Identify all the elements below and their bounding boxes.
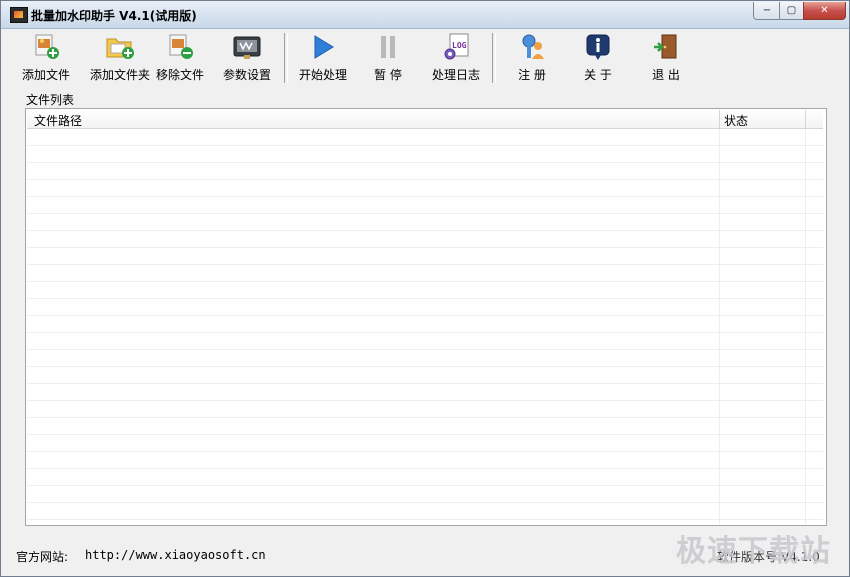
minimize-button[interactable]: − (753, 2, 781, 20)
register-button[interactable]: 注 册 (502, 31, 562, 86)
grid-line (805, 129, 806, 524)
website-link[interactable]: http://www.xiaoyaosoft.cn (85, 548, 266, 562)
add-file-label: 添加文件 (21, 68, 70, 82)
info-icon (586, 34, 610, 60)
file-list-group-label: 文件列表 (26, 93, 75, 107)
about-button[interactable]: 关 于 (568, 31, 628, 86)
play-icon (314, 35, 334, 59)
add-folder-button[interactable]: 添加文件夹 (80, 31, 160, 86)
pause-icon (381, 36, 395, 58)
settings-icon (233, 36, 261, 59)
svg-text:LOG: LOG (452, 41, 467, 50)
exit-door-icon (654, 34, 677, 59)
register-key-icon (522, 34, 544, 59)
about-label: 关 于 (584, 68, 612, 82)
settings-label: 参数设置 (222, 68, 271, 82)
window-title: 批量加水印助手 V4.1(试用版) (31, 9, 197, 23)
add-folder-label: 添加文件夹 (89, 68, 150, 82)
column-divider[interactable] (719, 110, 720, 128)
column-divider[interactable] (805, 110, 806, 128)
watermark-text: 极速下载站 (676, 534, 831, 569)
log-label: 处理日志 (431, 68, 480, 82)
settings-button[interactable]: 参数设置 (216, 31, 278, 86)
exit-button[interactable]: 退 出 (636, 31, 696, 86)
log-button[interactable]: LOG 处理日志 (424, 31, 488, 86)
file-list[interactable]: 文件路径 状态 (25, 108, 827, 526)
register-label: 注 册 (518, 68, 546, 82)
app-icon (10, 7, 28, 23)
column-header-status[interactable]: 状态 (724, 112, 748, 129)
title-bar[interactable]: 批量加水印助手 V4.1(试用版) − ▢ ✕ (1, 1, 849, 29)
close-button[interactable]: ✕ (803, 2, 846, 20)
toolbar: 添加文件 添加文件夹 移除文件 参数设置 开始处理 暂 停 LOG 处理日志 注… (8, 29, 844, 86)
pause-label: 暂 停 (374, 68, 402, 82)
add-file-icon (35, 34, 59, 59)
maximize-button[interactable]: ▢ (779, 2, 804, 20)
log-icon: LOG (444, 33, 469, 60)
toolbar-separator (492, 33, 496, 83)
grid-line (719, 129, 720, 524)
remove-file-icon (169, 34, 193, 59)
app-window: 批量加水印助手 V4.1(试用版) − ▢ ✕ 添加文件 添加文件夹 移除文件 … (0, 0, 850, 577)
list-rows-area[interactable] (27, 129, 823, 524)
add-folder-icon (106, 38, 134, 59)
remove-file-label: 移除文件 (155, 68, 204, 82)
pause-button[interactable]: 暂 停 (360, 31, 416, 86)
website-label: 官方网站: (16, 550, 69, 564)
list-header: 文件路径 状态 (27, 110, 823, 129)
column-header-path[interactable]: 文件路径 (34, 112, 82, 129)
add-file-button[interactable]: 添加文件 (10, 31, 82, 86)
start-label: 开始处理 (298, 68, 347, 82)
toolbar-separator (284, 33, 288, 83)
start-button[interactable]: 开始处理 (292, 31, 354, 86)
exit-label: 退 出 (652, 68, 680, 82)
remove-file-button[interactable]: 移除文件 (150, 31, 210, 86)
